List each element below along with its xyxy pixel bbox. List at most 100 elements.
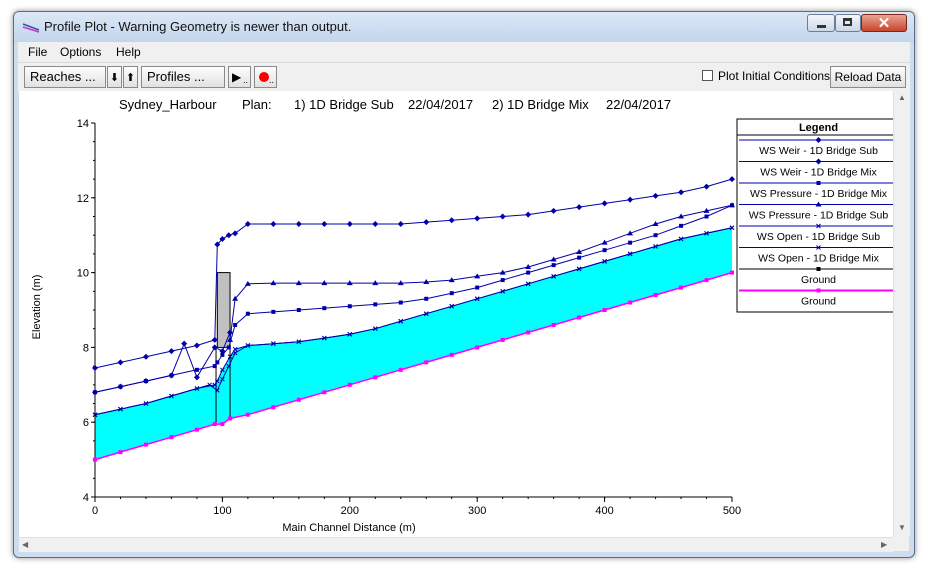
minimize-button[interactable] [807,14,835,32]
down-arrow-icon: ⬇ [109,72,120,84]
y-tick-label: 4 [83,492,89,504]
reaches-button[interactable]: Reaches ... [24,66,106,88]
series-2-point [271,309,276,314]
series-7-point [628,300,633,305]
series-2-point [245,311,250,316]
record-button[interactable]: .. [254,66,277,88]
series-3-point [729,202,735,208]
vertical-scrollbar[interactable]: ▲ ▼ [893,91,910,537]
legend-swatch-marker [816,181,821,185]
close-icon: ✕ [877,15,891,32]
series-7-point [730,270,734,275]
series-1-point [576,204,583,211]
series-7-point [118,450,123,455]
menu-help[interactable]: Help [116,45,141,59]
x-tick-label: 300 [468,505,486,517]
series-1-point [703,183,710,190]
series-7-point [169,435,174,440]
title-bar[interactable]: Profile Plot - Warning Geometry is newer… [14,12,914,42]
play-icon: ▶ [232,70,242,84]
maximize-button[interactable] [835,14,861,32]
series-7-point [347,382,352,387]
profile-chart: Sydney_Harbour Plan: 1) 1D Bridge Sub 22… [31,97,901,534]
series-1-point [270,220,277,227]
y-tick-label: 14 [77,118,89,130]
series-3-point [346,280,353,286]
x-tick-label: 0 [92,505,98,517]
reload-data-button[interactable]: Reload Data [830,66,906,88]
series-7-point [220,422,225,427]
series-6-point [142,378,149,385]
series-2-point [212,364,217,369]
scroll-corner [893,537,909,551]
series-1-point [499,213,506,220]
record-dots: .. [269,75,275,85]
series-7-point [704,278,709,283]
series-2-point [602,248,607,253]
series-7-point [500,337,505,342]
window-title: Profile Plot - Warning Geometry is newer… [44,19,352,34]
x-tick-label: 500 [723,505,741,517]
series-2-point [704,214,709,219]
series-2-point [679,223,684,228]
series-7-point [245,412,250,417]
series-2-point [551,263,556,268]
y-tick-label: 10 [77,268,89,280]
series-7-point [373,375,378,380]
profiles-button[interactable]: Profiles ... [141,66,225,88]
series-7-point [602,308,607,312]
series-1-point [678,189,685,196]
series-2-point [449,291,454,296]
header-plan1: 1) 1D Bridge Sub [294,97,394,112]
up-arrow-icon: ⬆ [125,72,136,84]
series-1-point [652,192,659,199]
series-7-point [228,416,233,421]
legend-swatch-marker [816,288,821,293]
scroll-left-icon: ◀ [22,540,29,549]
x-axis-label: Main Channel Distance (m) [282,522,415,534]
series-7-point [271,405,276,410]
series-7-point [679,285,684,290]
series-6-point [117,383,124,390]
series-1-point [372,220,379,227]
series-1-point [168,348,175,355]
scroll-down-icon: ▼ [898,523,906,532]
series-1-point [142,353,149,360]
series-1-point [92,364,98,371]
series-7-point [322,390,327,395]
series-7-point [475,345,480,350]
move-up-button[interactable]: ⬆ [123,66,138,88]
x-tick-label: 200 [341,505,359,517]
series-6-point [219,348,226,355]
menu-file[interactable]: File [28,45,47,59]
series-2-point [653,233,658,238]
menu-options[interactable]: Options [60,45,101,59]
header-plan2: 2) 1D Bridge Mix [492,97,589,112]
series-2-point [215,360,220,365]
horizontal-scrollbar[interactable]: ◀ ▶ [19,537,893,552]
series-7-point [296,397,301,402]
series-2-point [194,367,199,372]
series-1-point [550,207,557,214]
series-3-point [270,280,277,286]
y-axis-label: Elevation (m) [31,275,43,340]
series-2-point [628,240,633,245]
header-project: Sydney_Harbour [119,97,217,112]
series-7-point [93,457,97,462]
series-7-point [526,330,531,335]
series-7-point [577,315,582,320]
legend-title: Legend [799,122,838,134]
profile-plot-app-icon [22,23,40,33]
x-tick-label: 400 [595,505,613,517]
profile-plot-window: Profile Plot - Warning Geometry is newer… [13,11,915,558]
series-7-point [212,422,217,427]
move-down-button[interactable]: ⬇ [107,66,122,88]
maximize-icon [843,18,852,26]
series-6-point [92,389,98,396]
series-2-point [475,285,480,290]
close-button[interactable]: ✕ [861,14,907,32]
toolbar: Reaches ... ⬇ ⬆ Profiles ... ▶ .. .. Plo… [18,62,910,91]
plot-initial-conditions-checkbox[interactable] [702,70,713,81]
animate-button[interactable]: ▶ .. [228,66,251,88]
series-7-point [398,367,403,372]
